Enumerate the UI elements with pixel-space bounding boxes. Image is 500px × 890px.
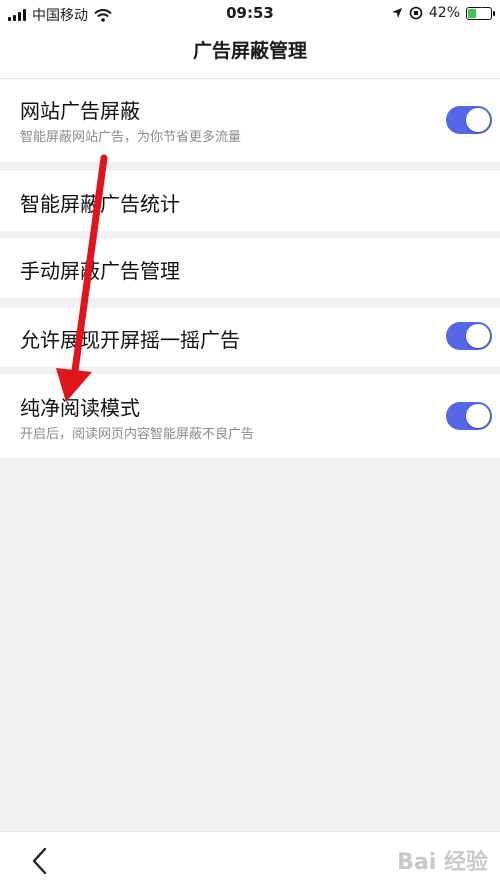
setting-site-ad-block[interactable]: 网站广告屏蔽 智能屏蔽网站广告，为你节省更多流量	[0, 79, 500, 162]
setting-pure-reading[interactable]: 纯净阅读模式 开启后，阅读网页内容智能屏蔽不良广告	[0, 374, 500, 458]
pure-reading-toggle[interactable]	[446, 402, 492, 430]
setting-title: 网站广告屏蔽	[20, 99, 140, 123]
setting-title: 智能屏蔽广告统计	[20, 192, 180, 216]
toggle-knob	[466, 324, 490, 348]
setting-title: 允许展现开屏摇一摇广告	[20, 328, 240, 352]
setting-title: 手动屏蔽广告管理	[20, 259, 180, 283]
status-bar: 中国移动 09:53 42% ⚡	[0, 0, 500, 28]
site-ad-block-toggle[interactable]	[446, 106, 492, 134]
battery-percent: 42%	[428, 5, 460, 21]
location-icon	[391, 8, 402, 18]
toggle-knob	[466, 404, 490, 428]
battery-icon: ⚡	[466, 4, 495, 20]
watermark: Bai 经验	[397, 850, 488, 875]
page-title: 广告屏蔽管理	[192, 40, 307, 62]
setting-manual-block[interactable]: 手动屏蔽广告管理	[0, 238, 500, 298]
bottom-toolbar: Bai 经验	[0, 831, 500, 890]
nav-bar: 广告屏蔽管理	[0, 28, 500, 79]
charging-bolt-icon: ⚡	[474, 4, 484, 19]
setting-subtitle: 开启后，阅读网页内容智能屏蔽不良广告	[20, 427, 255, 442]
back-chevron-icon[interactable]	[28, 846, 52, 876]
setting-shake-ads[interactable]: 允许展现开屏摇一摇广告	[0, 308, 500, 366]
setting-title: 纯净阅读模式	[20, 396, 140, 420]
setting-ad-stats[interactable]: 智能屏蔽广告统计	[0, 171, 500, 231]
orientation-lock-icon	[409, 6, 423, 20]
setting-subtitle: 智能屏蔽网站广告，为你节省更多流量	[20, 130, 242, 145]
status-right: 42% ⚡	[391, 4, 495, 21]
toggle-knob	[466, 108, 490, 132]
shake-ads-toggle[interactable]	[446, 322, 492, 350]
